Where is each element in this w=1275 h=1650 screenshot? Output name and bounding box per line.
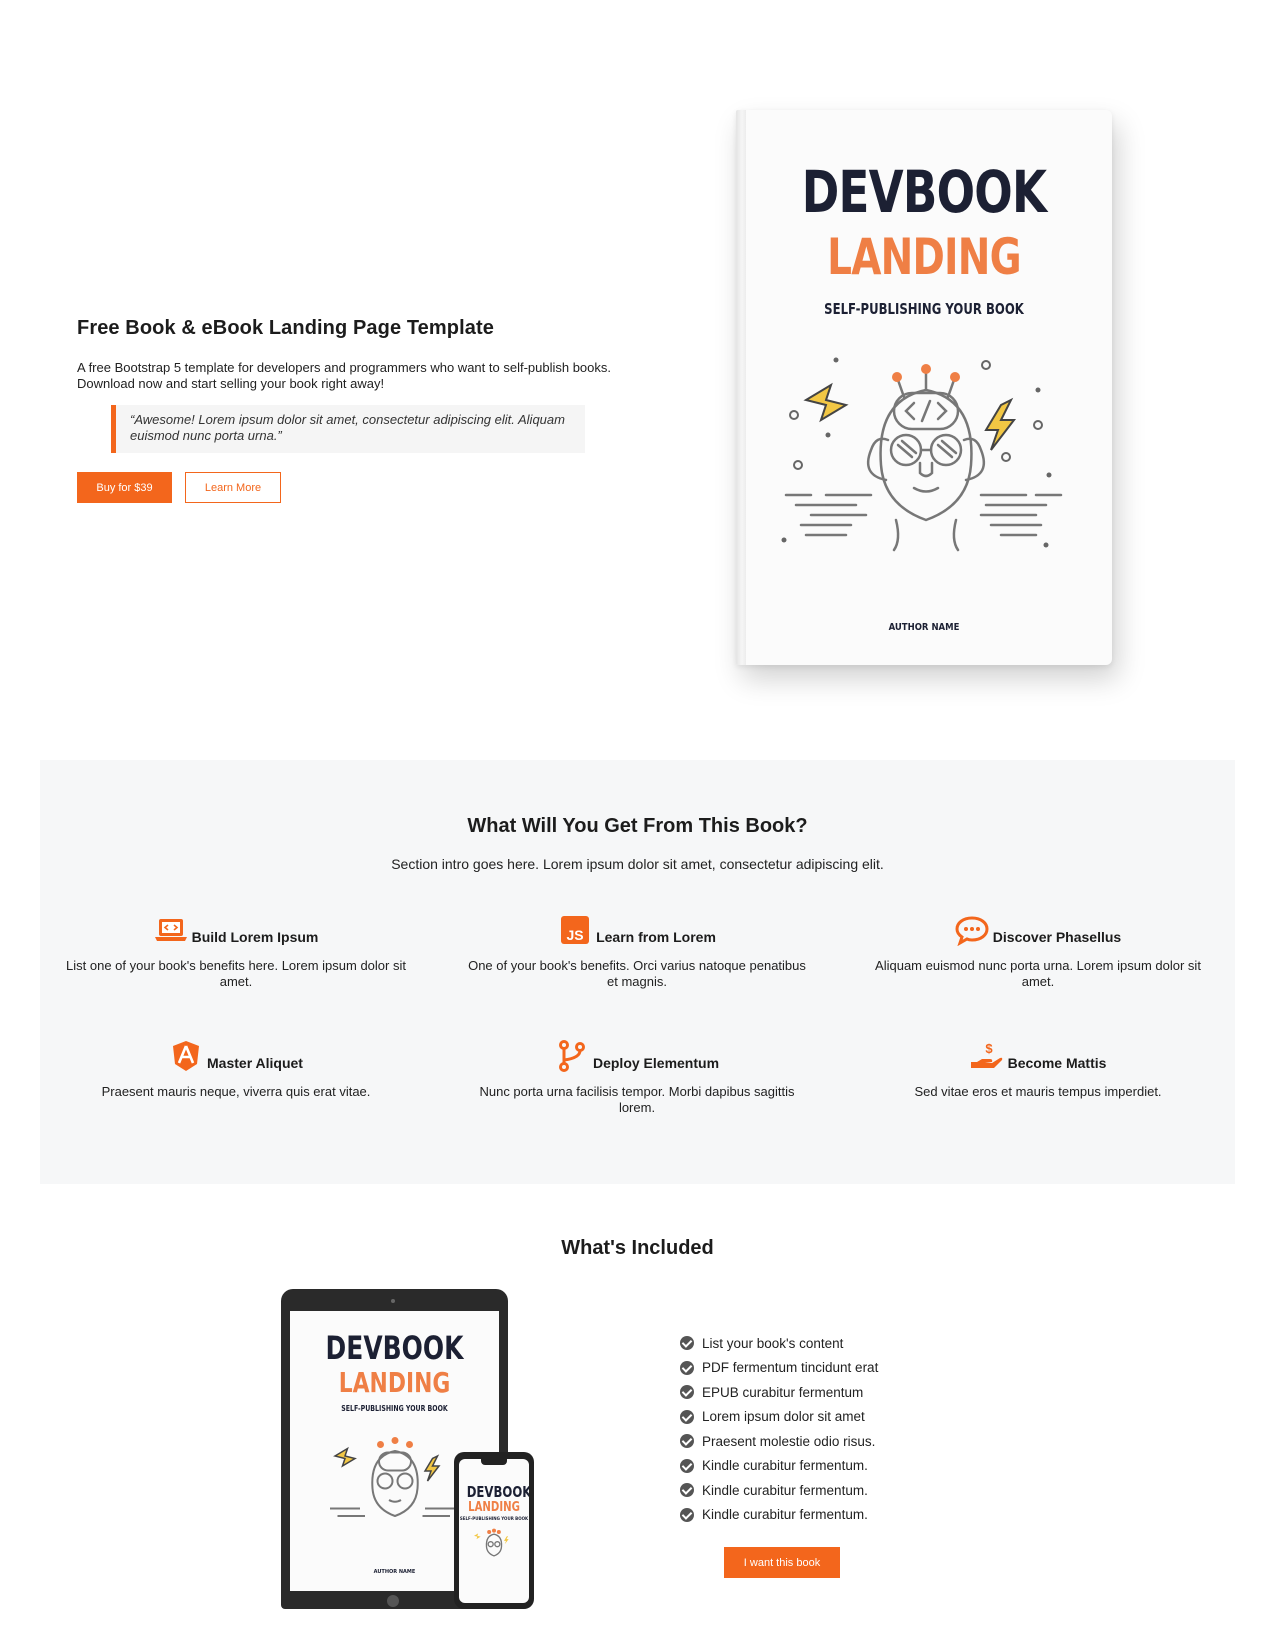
list-item-label: PDF fermentum tincidunt erat — [702, 1360, 879, 1376]
list-item: Kindle curabitur fermentum. — [680, 1454, 878, 1479]
robot-illustration — [330, 1437, 455, 1518]
list-item: List your book's content — [680, 1331, 878, 1356]
check-circle-icon — [680, 1360, 694, 1375]
js-icon: JS — [561, 916, 590, 944]
tablet-cover-title: DEVBOOK — [325, 1329, 464, 1367]
benefit-item: Deploy Elementum Nunc porta urna facilis… — [457, 1038, 817, 1116]
benefit-text: Praesent mauris neque, viverra quis erat… — [101, 1084, 371, 1099]
list-item-label: Lorem ipsum dolor sit amet — [702, 1409, 865, 1425]
hand-dollar-icon: $ — [970, 1041, 1002, 1068]
check-circle-icon — [680, 1458, 694, 1473]
benefit-title: Deploy Elementum — [592, 1055, 720, 1071]
list-item-label: Praesent molestie odio risus. — [702, 1433, 876, 1449]
benefit-text: List one of your book's benefits here. L… — [66, 958, 406, 989]
tablet-cover-subtitle: SELF-PUBLISHING YOUR BOOK — [341, 1404, 448, 1413]
phone-cover-subtitle: SELF-PUBLISHING YOUR BOOK — [459, 1516, 529, 1521]
tablet-camera — [391, 1299, 395, 1303]
benefit-item: Discover Phasellus Aliquam euismod nunc … — [858, 912, 1218, 990]
list-item: PDF fermentum tincidunt erat — [680, 1356, 878, 1381]
phone-screen: DEVBOOK LANDING SELF-PUBLISHING YOUR BOO… — [459, 1459, 529, 1603]
cover-subtitle: SELF-PUBLISHING YOUR BOOK — [824, 300, 1024, 318]
svg-text:$: $ — [985, 1041, 993, 1056]
phone-notch — [481, 1459, 507, 1465]
check-circle-icon — [680, 1409, 694, 1424]
book-spine — [736, 110, 746, 665]
git-branch-icon — [558, 1040, 585, 1072]
list-item: Lorem ipsum dolor sit amet — [680, 1405, 878, 1430]
robot-illustration — [474, 1528, 509, 1557]
cover-author: AUTHOR NAME — [888, 622, 960, 633]
benefit-text: One of your book's benefits. Orci varius… — [468, 958, 806, 989]
list-item-label: List your book's content — [702, 1335, 844, 1351]
book-cover-image: DEVBOOK LANDING SELF-PUBLISHING YOUR BOO… — [736, 110, 1112, 665]
quote-text: “Awesome! Lorem ipsum dolor sit amet, co… — [130, 412, 565, 443]
check-circle-icon — [680, 1434, 694, 1449]
list-item: Kindle curabitur fermentum. — [680, 1503, 878, 1528]
laptop-code-icon — [154, 919, 187, 941]
benefit-title: Become Mattis — [1007, 1055, 1107, 1071]
list-item-label: Kindle curabitur fermentum. — [702, 1507, 868, 1523]
want-book-button[interactable]: I want this book — [724, 1547, 840, 1578]
benefit-title: Build Lorem Ipsum — [191, 929, 319, 945]
hero-quote: “Awesome! Lorem ipsum dolor sit amet, co… — [111, 405, 585, 453]
buy-button[interactable]: Buy for $39 — [77, 472, 172, 503]
benefit-title: Discover Phasellus — [992, 929, 1122, 945]
benefits-title: What Will You Get From This Book? — [467, 815, 808, 837]
cover-title: DEVBOOK — [801, 158, 1047, 226]
phone-mockup-image: DEVBOOK LANDING SELF-PUBLISHING YOUR BOO… — [454, 1452, 534, 1609]
phone-cover-title: DEVBOOK — [466, 1483, 529, 1501]
benefit-item: $ Become Mattis Sed vitae eros et mauris… — [858, 1038, 1218, 1100]
check-circle-icon — [680, 1507, 694, 1522]
benefit-item: Master Aliquet Praesent mauris neque, vi… — [56, 1038, 416, 1100]
learn-more-button[interactable]: Learn More — [185, 472, 281, 503]
svg-text:JS: JS — [567, 927, 584, 943]
tablet-home-button — [387, 1595, 399, 1607]
benefit-title: Learn from Lorem — [596, 929, 716, 945]
list-item-label: Kindle curabitur fermentum. — [702, 1458, 868, 1474]
angular-icon — [173, 1041, 200, 1071]
check-circle-icon — [680, 1483, 694, 1498]
included-list: List your book's content PDF fermentum t… — [680, 1331, 878, 1527]
list-item: Kindle curabitur fermentum. — [680, 1478, 878, 1503]
check-circle-icon — [680, 1385, 694, 1400]
chat-bubble-icon — [955, 916, 989, 946]
list-item: EPUB curabitur fermentum — [680, 1380, 878, 1405]
list-item: Praesent molestie odio risus. — [680, 1429, 878, 1454]
cover-title-accent: LANDING — [827, 228, 1022, 286]
benefits-intro: Section intro goes here. Lorem ipsum dol… — [391, 856, 884, 872]
tablet-cover-title-accent: LANDING — [338, 1366, 451, 1399]
benefit-item: JS Learn from Lorem One of your book's b… — [457, 912, 817, 990]
list-item-label: EPUB curabitur fermentum — [702, 1384, 864, 1400]
included-title: What's Included — [561, 1237, 714, 1259]
benefit-title: Master Aliquet — [207, 1055, 303, 1071]
benefit-text: Sed vitae eros et mauris tempus imperdie… — [914, 1084, 1162, 1099]
robot-illustration — [781, 357, 1063, 552]
benefit-text: Nunc porta urna facilisis tempor. Morbi … — [479, 1084, 795, 1115]
check-circle-icon — [680, 1336, 694, 1351]
benefit-text: Aliquam euismod nunc porta urna. Lorem i… — [875, 958, 1201, 989]
benefit-item: Build Lorem Ipsum List one of your book'… — [56, 912, 416, 990]
phone-cover-title-accent: LANDING — [468, 1500, 520, 1515]
list-item-label: Kindle curabitur fermentum. — [702, 1482, 868, 1498]
hero-title: Free Book & eBook Landing Page Template — [77, 317, 494, 339]
hero-intro: A free Bootstrap 5 template for develope… — [77, 360, 612, 391]
benefits-section: What Will You Get From This Book? Sectio… — [40, 760, 1235, 1184]
